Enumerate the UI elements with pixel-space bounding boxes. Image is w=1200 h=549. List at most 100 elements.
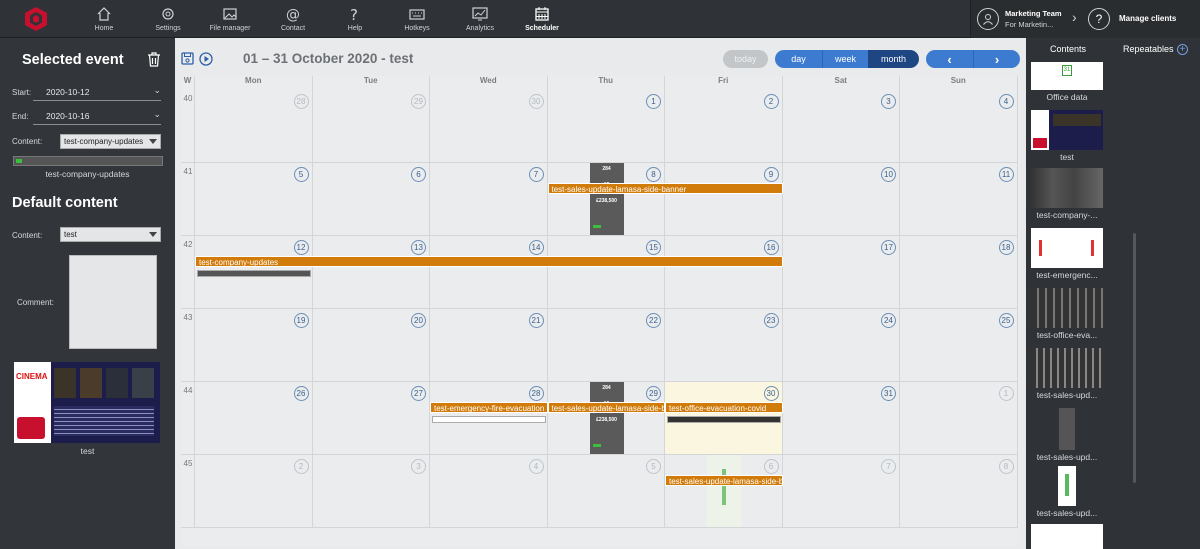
date-number[interactable]: 28 [528,386,544,401]
nav-scheduler[interactable]: Scheduler [524,0,560,38]
tab-contents[interactable]: Contents [1050,44,1086,54]
date-number[interactable]: 12 [293,240,309,255]
tab-repeatables[interactable]: Repeatables [1123,44,1174,54]
date-number[interactable]: 25 [998,313,1014,328]
date-number[interactable]: 26 [293,386,309,401]
date-number[interactable]: 22 [646,313,661,328]
date-number[interactable]: 29 [411,94,426,109]
nav-contact[interactable]: @ Contact [276,0,310,38]
date-number[interactable]: 8 [998,459,1014,474]
date-number[interactable]: 4 [998,94,1014,109]
promo-thumbnail[interactable]: 28419£238,500 [589,382,624,454]
date-number[interactable]: 1 [998,386,1014,401]
app-logo-icon[interactable] [24,6,48,32]
date-number[interactable]: 5 [646,459,661,474]
date-number[interactable]: 17 [881,240,896,255]
date-number[interactable]: 30 [528,94,544,109]
date-number[interactable]: 7 [881,459,896,474]
calendar-event[interactable]: test-company-updates [195,256,783,267]
next-month-button[interactable]: › [973,50,1020,68]
calendar-event[interactable]: test-sales-update-lamasa-side-banner [547,183,783,194]
help-circle-icon[interactable]: ? [1088,8,1110,30]
caret-down-icon [149,232,157,237]
nav-settings[interactable]: Settings [148,0,188,38]
user-icon[interactable] [977,8,999,30]
date-number[interactable]: 5 [293,167,309,182]
calendar-event[interactable]: test-emergency-fire-evacuation [430,402,548,413]
calendar-event[interactable]: test-office-evacuation-covid [665,402,783,413]
date-number[interactable]: 16 [763,240,779,255]
date-number[interactable]: 21 [528,313,544,328]
date-number[interactable]: 8 [646,167,661,182]
date-number[interactable]: 10 [881,167,896,182]
content-item[interactable]: 31 Office data [1031,62,1103,104]
comment-textarea[interactable] [69,255,157,349]
trash-icon[interactable] [147,52,161,67]
date-number[interactable]: 30 [763,386,779,401]
add-repeatable-icon[interactable]: + [1177,44,1188,55]
view-month-button[interactable]: month [868,50,919,68]
date-number[interactable]: 7 [528,167,544,182]
today-button[interactable]: today [723,50,768,68]
date-number[interactable]: 6 [411,167,426,182]
nav-file-manager[interactable]: File manager [206,0,254,38]
content-item-label: test-sales-upd... [1036,508,1098,518]
content-item[interactable]: test [1031,110,1103,162]
date-number[interactable]: 13 [411,240,426,255]
date-number[interactable]: 14 [528,240,544,255]
start-label: Start: [12,88,32,97]
nav-help[interactable]: ? Help [338,0,372,38]
start-date-field[interactable]: 2020-10-12 ⌄ [33,85,161,101]
date-number[interactable]: 9 [763,167,779,182]
date-number[interactable]: 31 [881,386,896,401]
promo-stat: £238,500 [596,198,617,204]
date-number[interactable]: 24 [881,313,896,328]
play-icon[interactable] [199,52,213,66]
svg-text:@: @ [286,7,300,22]
content-item[interactable]: test-emergenc... [1031,228,1103,280]
prev-month-button[interactable]: ‹ [926,50,973,68]
date-number[interactable]: 4 [528,459,544,474]
content-item[interactable]: test-sales-upd... [1031,408,1103,462]
view-week-button[interactable]: week [822,50,868,68]
content-select[interactable]: test-company-updates [60,134,161,149]
calendar-event[interactable]: test-sales-update-lamasa-side-banner [547,402,665,413]
promo-thumbnail[interactable]: 28419£238,500 [589,163,624,235]
nav-hotkeys[interactable]: Hotkeys [400,0,434,38]
at-icon: @ [286,7,300,22]
content-item[interactable]: test-sales-upd... [1031,466,1103,518]
date-number[interactable]: 3 [411,459,426,474]
team-name[interactable]: Marketing Team [1005,9,1062,18]
date-number[interactable]: 18 [998,240,1014,255]
date-number[interactable]: 20 [411,313,426,328]
save-icon[interactable] [181,52,194,65]
date-number[interactable]: 28 [293,94,309,109]
date-number[interactable]: 19 [293,313,309,328]
nav-analytics[interactable]: Analytics [462,0,498,38]
date-number[interactable]: 11 [998,167,1014,182]
end-date-field[interactable]: 2020-10-16 ⌄ [33,109,161,125]
date-number[interactable]: 3 [881,94,896,109]
content-item[interactable]: test-office-eva... [1031,288,1103,340]
content-item[interactable]: test-company-... [1031,168,1103,220]
calendar-event[interactable]: test-sales-update-lamasa-side-banner [665,475,783,486]
day-header: Tue [313,76,430,90]
date-number[interactable]: 2 [293,459,309,474]
date-number[interactable]: 23 [763,313,779,328]
date-number[interactable]: 27 [411,386,426,401]
event-thumbnail [707,455,741,527]
manage-clients-link[interactable]: Manage clients [1119,14,1176,23]
date-number[interactable]: 6 [763,459,779,474]
view-day-button[interactable]: day [775,50,822,68]
date-number[interactable]: 29 [646,386,661,401]
chevron-right-icon[interactable]: › [1072,9,1077,25]
nav-home[interactable]: Home [86,0,122,38]
scrollbar[interactable] [1133,233,1136,483]
date-number[interactable]: 15 [646,240,661,255]
default-content-select[interactable]: test [60,227,161,242]
week-cell [181,90,195,163]
content-item[interactable]: test-sales-upd... [1031,348,1103,400]
content-item-partial[interactable] [1031,524,1103,549]
date-number[interactable]: 2 [763,94,779,109]
date-number[interactable]: 1 [646,94,661,109]
